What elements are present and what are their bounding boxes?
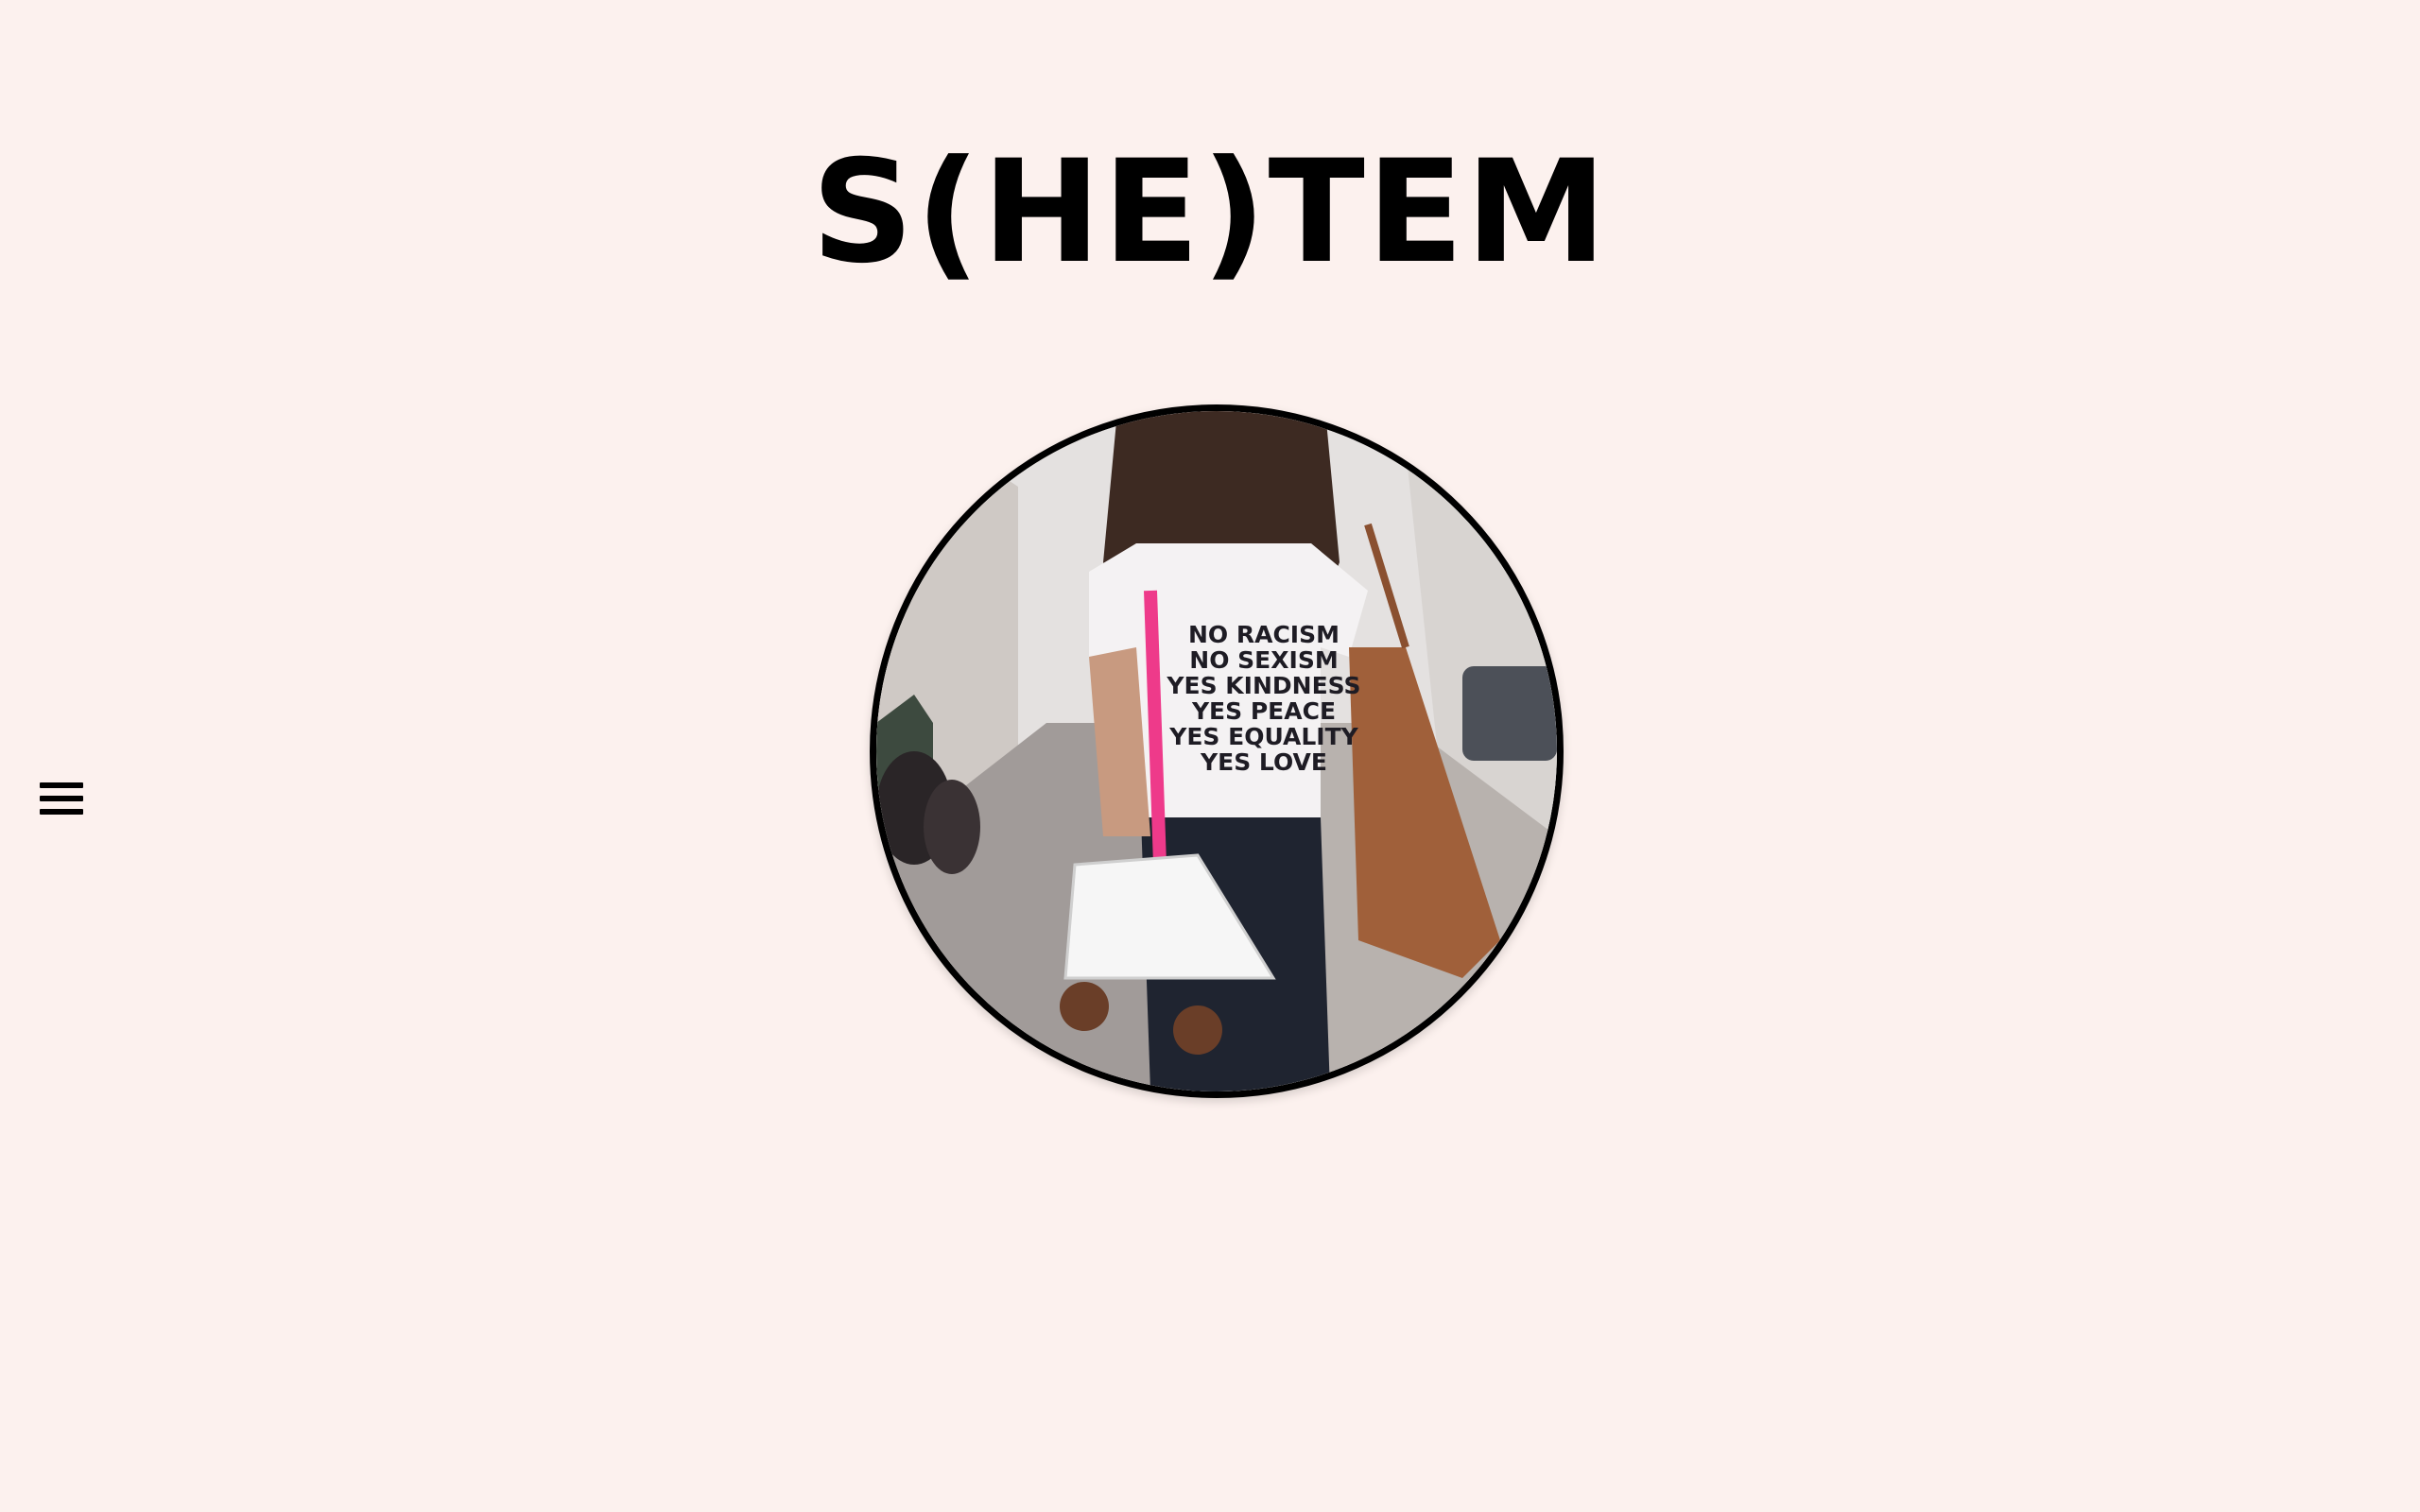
shirt-line-1: NO RACISM xyxy=(1188,621,1340,648)
hero-photo-illustration: NO RACISM NO SEXISM YES KINDNESS YES PEA… xyxy=(876,411,1557,1091)
shirt-line-2: NO SEXISM xyxy=(1189,646,1338,674)
hamburger-menu-icon[interactable] xyxy=(40,775,87,822)
shirt-line-4: YES PEACE xyxy=(1191,697,1336,725)
menu-bar-bottom xyxy=(40,809,83,815)
shirt-line-6: YES LOVE xyxy=(1200,748,1327,776)
menu-bar-middle xyxy=(40,796,83,801)
shirt-line-5: YES EQUALITY xyxy=(1168,723,1358,750)
photo-parked-car xyxy=(1462,666,1557,761)
photo-pink-strap xyxy=(1144,590,1167,866)
shirt-line-3: YES KINDNESS xyxy=(1166,672,1360,699)
brand-title[interactable]: S(HE)TEM xyxy=(0,132,2420,293)
page: S(HE)TEM NO RACISM NO SEXISM YES KINDNES… xyxy=(0,0,2420,1512)
hero-image: NO RACISM NO SEXISM YES KINDNESS YES PEA… xyxy=(870,404,1564,1098)
photo-skate-wheel-2 xyxy=(1173,1005,1222,1055)
photo-skate-wheel-1 xyxy=(1060,982,1109,1031)
menu-bar-top xyxy=(40,782,83,788)
photo-scooter-2 xyxy=(924,780,980,874)
